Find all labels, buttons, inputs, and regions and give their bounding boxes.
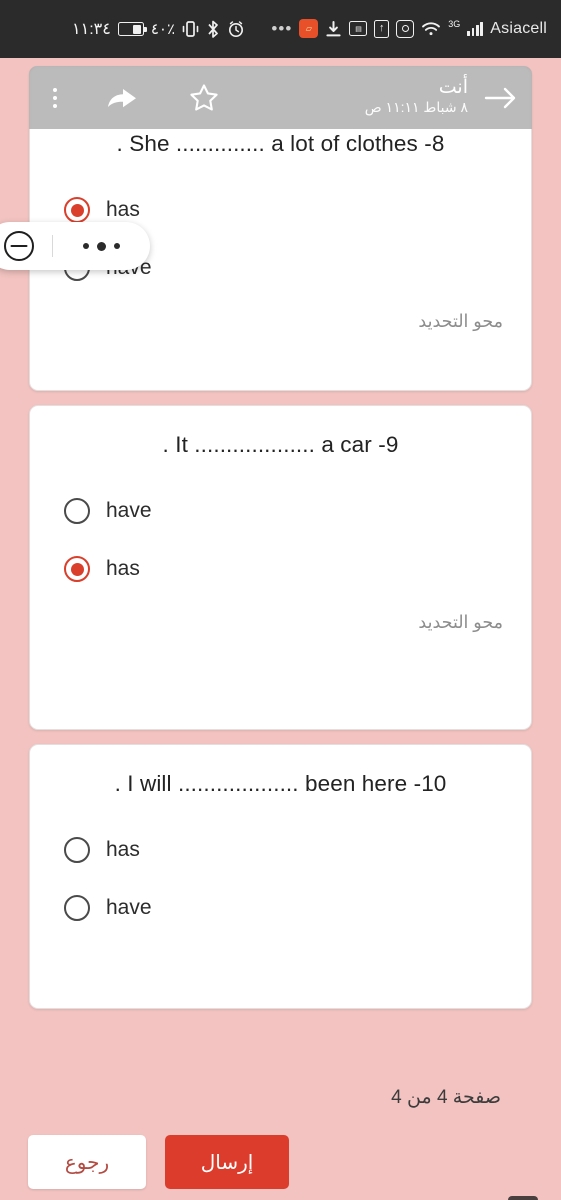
more-dots-icon[interactable] — [53, 241, 150, 251]
minus-circle-icon[interactable] — [0, 229, 52, 263]
bluetooth-icon — [206, 20, 220, 38]
option-label: has — [106, 838, 140, 862]
back-button[interactable]: رجوع — [28, 1135, 146, 1189]
option-label: has — [106, 557, 140, 581]
message-action-toolbar: أنت ٨ شباط ١١:١١ ص — [29, 66, 532, 129]
option-row[interactable]: have — [58, 879, 503, 937]
wifi-icon — [421, 21, 441, 37]
overflow-dots-icon: ••• — [271, 19, 293, 39]
shopping-app-icon: ▱ — [299, 19, 319, 39]
phone-screen: ١١:٣٤ ٤٠٪ ••• ▱ ▤ ↑ 3G Asiacell 8- She .… — [0, 0, 561, 1200]
alarm-icon — [227, 20, 245, 38]
option-row[interactable]: has — [58, 540, 503, 598]
status-bar-right: ••• ▱ ▤ ↑ 3G Asiacell — [271, 19, 547, 39]
camera-icon — [396, 19, 415, 38]
option-group: has have — [58, 821, 503, 937]
forward-arrow-icon[interactable] — [484, 86, 518, 110]
radio-button-selected[interactable] — [64, 197, 90, 224]
message-timestamp: ٨ شباط ١١:١١ ص — [364, 99, 468, 116]
question-text: 9- It ................... a car . — [162, 432, 399, 457]
signal-bars-icon — [467, 21, 484, 37]
battery-percent: ٤٠٪ — [150, 21, 176, 38]
clear-selection-link[interactable]: محو التحديد — [58, 612, 503, 633]
keyboard-icon: ▤ — [349, 21, 368, 37]
question-card: 9- It ................... a car . have h… — [29, 405, 532, 730]
page-indicator: صفحة 4 من 4 — [391, 1087, 501, 1108]
radio-button[interactable] — [64, 498, 90, 525]
message-sender: أنت — [438, 77, 468, 99]
option-label: has — [106, 198, 140, 222]
radio-button-selected[interactable] — [64, 556, 90, 583]
progress-row: صفحة 4 من 4 — [0, 1086, 561, 1109]
question-text: 8- She .............. a lot of clothes . — [116, 131, 445, 156]
progress-track — [60, 1091, 374, 1104]
status-bar-left: ١١:٣٤ ٤٠٪ — [72, 19, 245, 39]
star-icon[interactable] — [189, 83, 219, 112]
option-label: have — [106, 499, 152, 523]
report-abuse-icon[interactable]: ! — [508, 1196, 538, 1200]
option-group: have has — [58, 482, 503, 598]
status-bar: ١١:٣٤ ٤٠٪ ••• ▱ ▤ ↑ 3G Asiacell — [0, 0, 561, 58]
option-row[interactable]: have — [58, 482, 503, 540]
question-text: 10- I will ................... been here… — [114, 771, 447, 796]
carrier-label: Asiacell — [490, 19, 547, 37]
network-type-label: 3G — [448, 19, 461, 30]
download-icon — [325, 20, 342, 38]
form-action-buttons: إرسال رجوع — [0, 1135, 561, 1189]
upload-icon: ↑ — [374, 19, 390, 38]
share-arrow-icon[interactable] — [105, 85, 139, 111]
option-row[interactable]: has — [58, 821, 503, 879]
vibrate-icon — [182, 20, 199, 38]
submit-button[interactable]: إرسال — [165, 1135, 289, 1189]
floating-action-pill — [0, 222, 150, 270]
clock-time: ١١:٣٤ — [72, 21, 111, 38]
kebab-menu-icon[interactable] — [43, 87, 67, 108]
message-meta: أنت ٨ شباط ١١:١١ ص — [365, 77, 484, 117]
battery-icon — [117, 22, 147, 36]
question-card: 10- I will ................... been here… — [29, 744, 532, 1009]
radio-button[interactable] — [64, 895, 90, 922]
radio-button[interactable] — [64, 837, 90, 864]
clear-selection-link[interactable]: محو التحديد — [58, 311, 503, 332]
option-label: have — [106, 896, 152, 920]
